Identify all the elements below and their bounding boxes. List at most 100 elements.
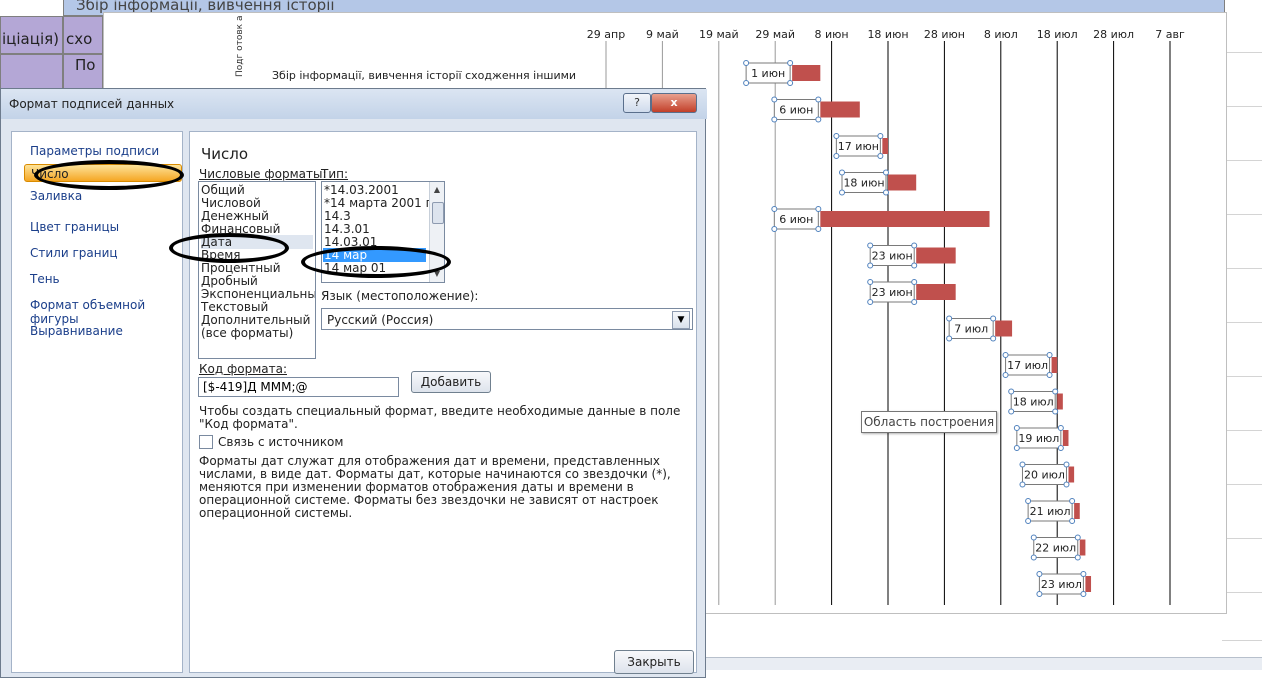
number-format-list[interactable]: Общий Числовой Денежный Финансовый Дата … xyxy=(198,181,316,359)
type-item-4[interactable]: 14.3.01 xyxy=(324,222,370,236)
gantt-bar[interactable] xyxy=(882,138,888,154)
dropdown-arrow-icon[interactable]: ▼ xyxy=(672,311,690,329)
selection-handle[interactable] xyxy=(1036,571,1043,577)
selection-handle[interactable] xyxy=(1052,388,1059,395)
selection-handle[interactable] xyxy=(743,80,750,86)
selection-handle[interactable] xyxy=(743,60,750,66)
selection-handle[interactable] xyxy=(1036,591,1043,597)
format-data-labels-dialog[interactable]: Формат подписей данных ? x Параметры под… xyxy=(0,88,707,678)
selection-handle[interactable] xyxy=(815,96,822,103)
format-text[interactable]: Текстовый xyxy=(201,300,268,314)
selection-handle[interactable] xyxy=(815,206,822,212)
selection-handle[interactable] xyxy=(911,242,918,249)
selection-handle[interactable] xyxy=(911,262,918,269)
selection-handle[interactable] xyxy=(1030,534,1037,541)
selection-handle[interactable] xyxy=(911,279,918,285)
gantt-bar[interactable] xyxy=(820,211,990,227)
selection-handle[interactable] xyxy=(877,153,884,159)
type-item-2[interactable]: *14 марта 2001 г. xyxy=(324,196,436,210)
selection-handle[interactable] xyxy=(771,226,778,232)
gantt-bar[interactable] xyxy=(888,174,917,191)
cell-a3[interactable] xyxy=(0,54,63,90)
selection-handle[interactable] xyxy=(877,133,884,139)
selection-handle[interactable] xyxy=(833,153,840,159)
help-button[interactable]: ? xyxy=(623,93,651,113)
selection-handle[interactable] xyxy=(1046,352,1053,358)
selection-handle[interactable] xyxy=(867,279,874,285)
selection-handle[interactable] xyxy=(1019,481,1026,488)
nav-3d-format[interactable]: Формат объемной фигуры xyxy=(30,298,182,326)
nav-shadow[interactable]: Тень xyxy=(30,272,60,286)
format-code-input[interactable]: [$-419]Д МММ;@ xyxy=(198,377,399,397)
format-number[interactable]: Числовой xyxy=(201,196,261,210)
selection-handle[interactable] xyxy=(1052,408,1059,415)
type-item-3[interactable]: 14.3 xyxy=(324,209,351,223)
selection-handle[interactable] xyxy=(815,226,822,232)
selection-handle[interactable] xyxy=(787,60,794,66)
selection-handle[interactable] xyxy=(1030,554,1037,561)
nav-fill[interactable]: Заливка xyxy=(30,189,82,203)
nav-border-color[interactable]: Цвет границы xyxy=(30,220,119,234)
format-currency[interactable]: Денежный xyxy=(201,209,269,223)
format-general[interactable]: Общий xyxy=(201,183,245,197)
selection-handle[interactable] xyxy=(1019,461,1026,468)
selection-handle[interactable] xyxy=(771,96,778,103)
close-button[interactable]: Закрыть xyxy=(614,650,694,674)
gantt-bar[interactable] xyxy=(792,65,821,81)
gantt-bar[interactable] xyxy=(995,320,1013,337)
selection-handle[interactable] xyxy=(946,335,953,342)
selection-handle[interactable] xyxy=(867,262,874,269)
gantt-bar[interactable] xyxy=(1074,503,1080,519)
gantt-bar[interactable] xyxy=(916,284,956,300)
selection-handle[interactable] xyxy=(1008,388,1015,395)
nav-alignment[interactable]: Выравнивание xyxy=(30,324,123,338)
scroll-thumb[interactable] xyxy=(432,202,444,224)
selection-handle[interactable] xyxy=(1063,481,1070,488)
selection-handle[interactable] xyxy=(1002,372,1009,378)
gantt-bar[interactable] xyxy=(1085,576,1092,592)
gantt-bar[interactable] xyxy=(1057,393,1063,410)
selection-handle[interactable] xyxy=(990,315,997,322)
selection-handle[interactable] xyxy=(1025,498,1032,504)
selection-handle[interactable] xyxy=(1057,425,1064,431)
format-special[interactable]: Дополнительный xyxy=(201,313,310,327)
add-button[interactable]: Добавить xyxy=(411,371,491,393)
dialog-titlebar[interactable]: Формат подписей данных ? x xyxy=(1,89,707,119)
format-fraction[interactable]: Дробный xyxy=(201,274,258,288)
selection-handle[interactable] xyxy=(1074,554,1081,561)
gantt-bar[interactable] xyxy=(1051,357,1058,373)
selection-handle[interactable] xyxy=(815,116,822,123)
horizontal-scroll-area[interactable] xyxy=(706,657,1262,670)
format-percent[interactable]: Процентный xyxy=(201,261,281,275)
format-scientific[interactable]: Экспоненциальный xyxy=(201,287,315,301)
selection-handle[interactable] xyxy=(839,169,845,176)
selection-handle[interactable] xyxy=(1080,571,1087,577)
selection-handle[interactable] xyxy=(833,133,840,139)
nav-border-styles[interactable]: Стили границ xyxy=(30,246,118,260)
selection-handle[interactable] xyxy=(771,116,778,123)
selection-handle[interactable] xyxy=(1046,372,1053,378)
selection-handle[interactable] xyxy=(883,189,889,196)
gantt-bar[interactable] xyxy=(1062,430,1069,446)
selection-handle[interactable] xyxy=(1074,534,1081,541)
language-select[interactable]: Русский (Россия) ▼ xyxy=(321,308,693,330)
selection-handle[interactable] xyxy=(1069,498,1076,504)
link-source-checkbox[interactable] xyxy=(199,435,213,449)
format-custom[interactable]: (все форматы) xyxy=(201,326,293,340)
selection-handle[interactable] xyxy=(787,80,794,86)
selection-handle[interactable] xyxy=(1057,445,1064,451)
selection-handle[interactable] xyxy=(911,299,918,305)
selection-handle[interactable] xyxy=(867,242,874,249)
selection-handle[interactable] xyxy=(867,299,874,305)
selection-handle[interactable] xyxy=(1002,352,1009,358)
selection-handle[interactable] xyxy=(839,189,845,196)
selection-handle[interactable] xyxy=(1008,408,1015,415)
selection-handle[interactable] xyxy=(1013,445,1020,451)
gantt-bar[interactable] xyxy=(820,101,860,118)
gantt-bar[interactable] xyxy=(1068,466,1075,483)
nav-label-options[interactable]: Параметры подписи xyxy=(30,144,159,158)
selection-handle[interactable] xyxy=(946,315,953,322)
selection-handle[interactable] xyxy=(1063,461,1070,468)
selection-handle[interactable] xyxy=(1013,425,1020,431)
gantt-bar[interactable] xyxy=(916,247,956,264)
